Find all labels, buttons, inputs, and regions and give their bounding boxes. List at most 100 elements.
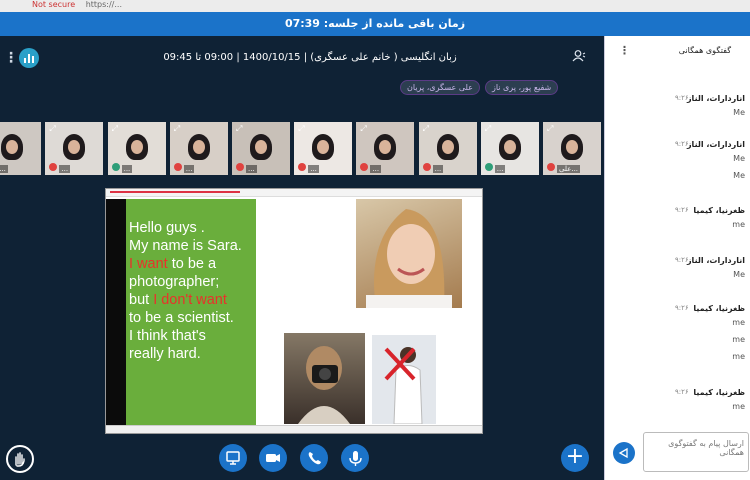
chat-text: me [732, 220, 745, 229]
participant-name: ... [494, 165, 506, 173]
control-bar: + [0, 442, 604, 480]
share-screen-button[interactable] [219, 444, 247, 472]
security-warning: Not secure [32, 0, 76, 9]
connection-stats-icon[interactable] [19, 48, 39, 68]
menu-dots-icon[interactable]: ⋮ [4, 50, 18, 66]
chat-time: ۹:۲۶ [675, 388, 689, 396]
crossed-scientist-image [372, 335, 436, 425]
expand-icon[interactable]: ⤢ [423, 124, 429, 134]
webcam-tile[interactable]: ⤢ علی... [543, 122, 602, 175]
session-timer: زمان باقی مانده از جلسه: 07:39 [284, 17, 466, 30]
participant-name: ... [183, 165, 195, 173]
chat-text: Me [733, 171, 745, 180]
webcam-tile[interactable]: ⤢... [418, 122, 478, 175]
presentation-slide: Hello guys . My name is Sara. I want to be… [105, 188, 483, 434]
webcam-tile[interactable]: ⤢... [169, 122, 229, 175]
slide-line: I want to be a [129, 256, 217, 272]
phone-button[interactable] [300, 444, 328, 472]
participant-name: ... [370, 165, 382, 173]
participant-name: ... [59, 165, 71, 173]
send-icon [618, 447, 628, 459]
webcam-tile[interactable]: ⤢... [356, 122, 416, 175]
presenter-pill[interactable]: علی عسگری، پریان [400, 80, 480, 95]
chat-author: اناردارات، الناز [686, 94, 745, 103]
participant-name: ... [308, 165, 319, 173]
participant-name: علی... [557, 165, 581, 173]
expand-icon[interactable]: ⤢ [360, 124, 366, 134]
slide-line: I think that's [129, 328, 206, 344]
expand-icon[interactable]: ⤢ [547, 124, 553, 134]
add-action-button[interactable]: + [561, 444, 589, 472]
user-settings-icon[interactable] [572, 50, 586, 65]
participant-name: ... [0, 165, 8, 173]
photographer-image [284, 333, 365, 424]
participant-name: ... [121, 165, 133, 173]
chat-text: Me [733, 270, 745, 279]
webcam-tile[interactable]: ⤢... [0, 122, 43, 175]
mic-status-icon [484, 163, 493, 171]
browser-url-bar[interactable]: Not secure https://... [0, 0, 750, 12]
chat-text: me [732, 402, 745, 411]
expand-icon[interactable]: ⤢ [298, 124, 304, 134]
participant-name: ... [246, 165, 257, 173]
chat-author: اناردارات، الناز [686, 256, 745, 265]
expand-icon[interactable]: ⤢ [49, 124, 55, 134]
smiling-woman-image [356, 199, 462, 308]
mic-status-icon [236, 163, 244, 171]
expand-icon[interactable]: ⤢ [112, 124, 118, 134]
presenter-list: شفیع پور، پری ناز علی عسگری، پریان [400, 80, 559, 95]
slide-line: but I don't want [129, 292, 227, 308]
chat-time: ۹:۲۶ [675, 206, 689, 214]
chat-author: اناردارات، الناز [686, 140, 745, 149]
webcam-tile[interactable]: ⤢... [107, 122, 167, 175]
chat-input[interactable]: ارسال پیام به گفتوگوی همگانی [643, 432, 749, 472]
slide-toolbar [106, 189, 482, 197]
webcam-strip: ⤢علی...⤢...⤢...⤢...⤢...⤢...⤢...⤢...⤢...⤢… [0, 122, 604, 178]
camera-button[interactable] [259, 444, 287, 472]
main-area: ⋮ زبان انگلیسی ( خانم علی عسگری) | 1400/… [0, 36, 604, 480]
microphone-icon [349, 451, 362, 466]
webcam-tile[interactable]: ⤢... [480, 122, 540, 175]
chat-author: ظغرنیا، کیمیا [693, 304, 745, 313]
raise-hand-icon[interactable] [6, 445, 34, 473]
mic-status-icon [173, 163, 182, 171]
chat-author: ظغرنیا، کیمیا [693, 388, 745, 397]
session-timer-bar: زمان باقی مانده از جلسه: 07:39 [0, 12, 750, 36]
webcam-tile[interactable]: ⤢... [45, 122, 105, 175]
url-text: https://... [85, 0, 123, 9]
presenter-pill[interactable]: شفیع پور، پری ناز [484, 80, 559, 95]
slide-line: photographer; [129, 274, 220, 290]
chat-author: ظغرنیا، کیمیا [693, 206, 745, 215]
monitor-icon [226, 451, 240, 465]
slide-line: My name is Sara. [129, 238, 242, 254]
webcam-tile[interactable]: ⤢... [294, 122, 354, 175]
webcam-tile[interactable]: ⤢... [232, 122, 291, 175]
chat-panel: ⋮ گفتگوی همگانی ۹:۲۶ اناردارات، الناز Me ۹:… [604, 36, 750, 480]
video-camera-icon [266, 454, 280, 462]
slide-status-bar [106, 425, 482, 433]
expand-icon[interactable]: ⤢ [236, 124, 242, 134]
microphone-button[interactable] [341, 444, 369, 472]
slide-text: Hello guys . My name is Sara. I want to be… [126, 199, 256, 363]
mic-status-icon [547, 163, 555, 171]
mic-status-icon [111, 163, 120, 171]
slide-text-panel: Hello guys . My name is Sara. I want to be… [126, 199, 256, 425]
expand-icon[interactable]: ⤢ [485, 124, 491, 134]
slide-line: really hard. [129, 346, 201, 362]
slide-line: to be a scientist. [129, 310, 234, 326]
chat-text: Me [733, 154, 745, 163]
chat-text: Me [733, 108, 745, 117]
chat-title: گفتگوی همگانی [678, 46, 731, 55]
expand-icon[interactable]: ⤢ [174, 124, 180, 134]
slide-line: Hello guys . [129, 220, 205, 236]
chat-text: me [732, 318, 745, 327]
participant-name: ... [432, 165, 444, 173]
chat-text: me [732, 335, 745, 344]
chat-text: me [732, 352, 745, 361]
slide-edge [106, 199, 126, 425]
meeting-title: زبان انگلیسی ( خانم علی عسگری) | 1400/10… [163, 52, 457, 63]
chat-time: ۹:۲۶ [675, 304, 689, 312]
send-button[interactable] [613, 442, 635, 464]
phone-icon [308, 452, 321, 465]
mic-status-icon [422, 163, 431, 171]
